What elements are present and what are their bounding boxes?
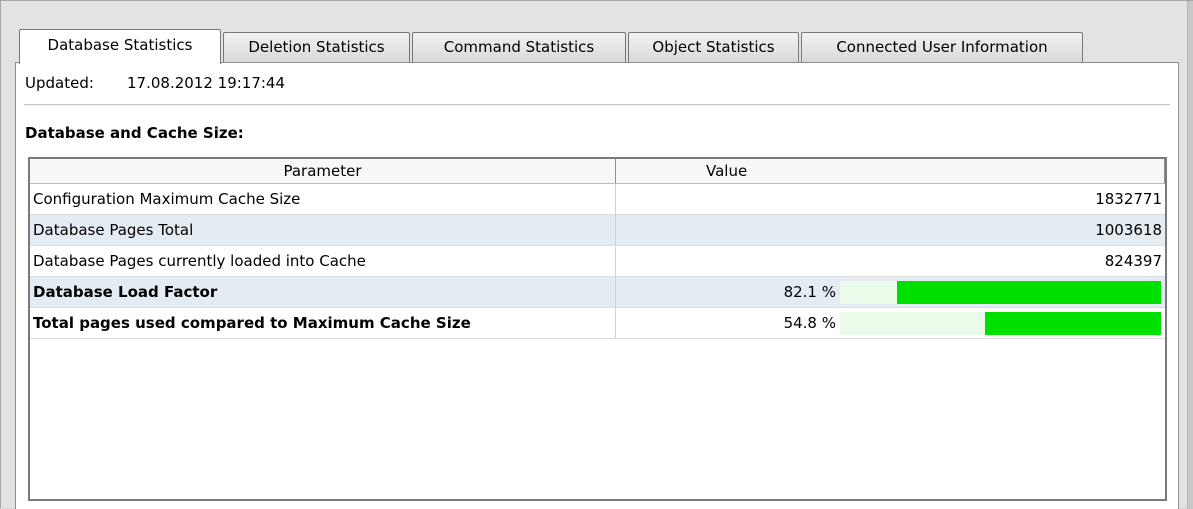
statistics-table: Parameter Value Configuration Maximum Ca… (28, 157, 1167, 501)
tab-object-statistics[interactable]: Object Statistics (628, 32, 799, 62)
percent-text: 82.1 % (783, 283, 836, 301)
column-header-value[interactable]: Value (616, 159, 1165, 183)
parameter-cell: Database Pages currently loaded into Cac… (30, 246, 616, 276)
value-cell: 54.8 % (616, 308, 1165, 338)
cache-usage-progress-bar (840, 312, 1161, 335)
load-factor-progress-bar (840, 281, 1161, 304)
progress-fill (985, 312, 1161, 335)
table-row[interactable]: Configuration Maximum Cache Size 1832771 (30, 184, 1165, 215)
value-text: 1003618 (1095, 221, 1162, 239)
value-cell: 1832771 (616, 184, 1165, 214)
parameter-cell: Database Pages Total (30, 215, 616, 245)
table-row[interactable]: Total pages used compared to Maximum Cac… (30, 308, 1165, 339)
parameter-cell: Database Load Factor (30, 277, 616, 307)
column-header-parameter[interactable]: Parameter (30, 159, 616, 183)
tab-panel: Updated: 17.08.2012 19:17:44 Database and… (15, 62, 1179, 509)
window-edge (1187, 1, 1193, 509)
tab-database-statistics[interactable]: Database Statistics (19, 29, 221, 64)
percent-text: 54.8 % (783, 314, 836, 332)
updated-timestamp: 17.08.2012 19:17:44 (127, 74, 286, 92)
table-row[interactable]: Database Pages currently loaded into Cac… (30, 246, 1165, 277)
value-text: 1832771 (1095, 190, 1162, 208)
progress-fill (897, 281, 1161, 304)
value-cell: 1003618 (616, 215, 1165, 245)
parameter-cell: Configuration Maximum Cache Size (30, 184, 616, 214)
statistics-window: Database Statistics Deletion Statistics … (0, 0, 1193, 509)
parameter-cell: Total pages used compared to Maximum Cac… (30, 308, 616, 338)
value-cell: 82.1 % (616, 277, 1165, 307)
tab-connected-user-information[interactable]: Connected User Information (801, 32, 1083, 62)
updated-line: Updated: 17.08.2012 19:17:44 (25, 74, 285, 92)
section-title: Database and Cache Size: (25, 124, 244, 142)
table-header: Parameter Value (30, 159, 1165, 184)
column-header-value-label: Value (706, 162, 748, 180)
separator (24, 104, 1170, 106)
value-cell: 824397 (616, 246, 1165, 276)
table-row[interactable]: Database Pages Total 1003618 (30, 215, 1165, 246)
tab-deletion-statistics[interactable]: Deletion Statistics (223, 32, 410, 62)
tab-command-statistics[interactable]: Command Statistics (412, 32, 626, 62)
table-row[interactable]: Database Load Factor 82.1 % (30, 277, 1165, 308)
value-text: 824397 (1104, 252, 1162, 270)
updated-label: Updated: (25, 74, 94, 92)
